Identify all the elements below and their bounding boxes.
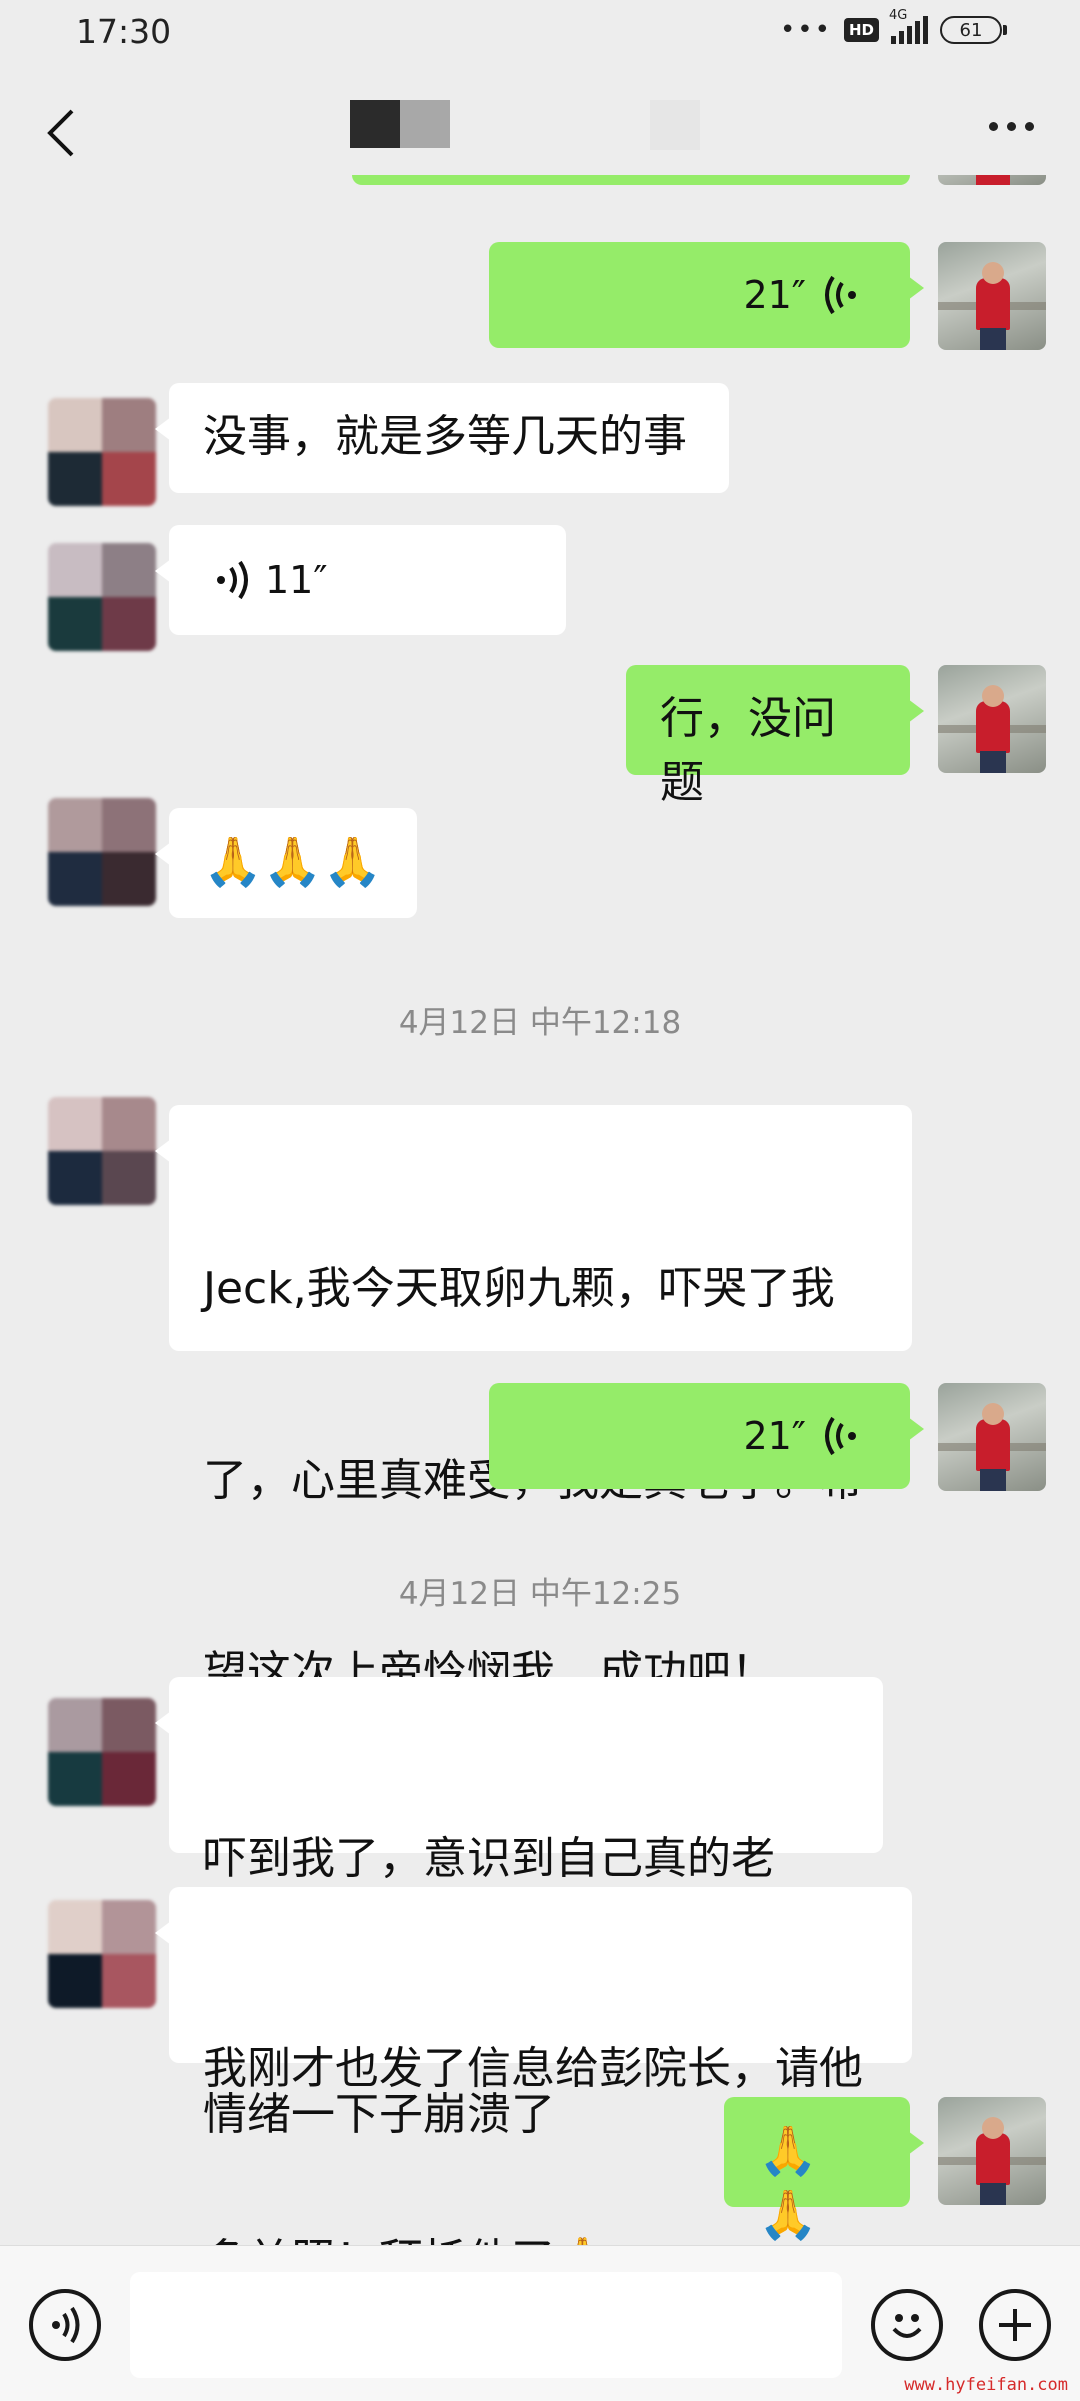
voice-input-button[interactable] xyxy=(29,2289,101,2361)
chevron-left-icon xyxy=(47,109,74,157)
voice-message-bubble[interactable]: 11″ xyxy=(155,525,566,635)
message-text: 🙏🙏🙏 xyxy=(203,834,383,890)
voice-wave-icon xyxy=(217,560,248,600)
text-message-bubble[interactable]: 我刚才也发了信息给彭院长，请他 多关照！拜托他了🙏 xyxy=(155,1887,912,2245)
battery-level: 61 xyxy=(959,19,983,41)
voice-duration: 21″ xyxy=(743,273,806,317)
contact-avatar[interactable] xyxy=(48,1900,156,2008)
contact-avatar[interactable] xyxy=(48,543,156,651)
message-text: 行，没问题 xyxy=(660,693,836,808)
voice-input-icon xyxy=(52,2306,80,2344)
my-avatar[interactable] xyxy=(938,242,1046,350)
message-input[interactable] xyxy=(130,2272,842,2378)
status-time: 17:30 xyxy=(76,12,172,51)
message-bubble-partial[interactable] xyxy=(352,175,910,185)
back-button[interactable] xyxy=(36,100,86,166)
message-text: 没事，就是多等几天的事 xyxy=(203,411,687,462)
text-message-bubble[interactable]: 🙏🙏 xyxy=(724,2097,924,2243)
text-message-bubble[interactable]: 吓到我了，意识到自己真的老了， 情绪一下子崩溃了 xyxy=(155,1677,883,2140)
message-text: 🙏🙏 xyxy=(758,2123,818,2243)
hd-badge: HD xyxy=(843,18,879,42)
input-bar: www.hyfeifan.com xyxy=(0,2245,1080,2401)
notification-dots-icon: ••• xyxy=(779,15,832,45)
voice-duration: 11″ xyxy=(265,558,328,602)
contact-avatar[interactable] xyxy=(48,1097,156,1205)
my-avatar[interactable] xyxy=(938,1383,1046,1491)
more-dots-icon xyxy=(989,122,998,131)
signal-icon: 4G xyxy=(889,8,928,44)
voice-message-bubble[interactable]: 21″ xyxy=(489,1383,924,1489)
emoji-icon xyxy=(892,2314,922,2338)
title-redacted-faint xyxy=(650,100,700,150)
message-line: 我刚才也发了信息给彭院长，请他 xyxy=(203,2043,863,2094)
my-avatar[interactable] xyxy=(938,175,1046,185)
text-message-bubble[interactable]: 🙏🙏🙏 xyxy=(155,808,417,918)
contact-avatar[interactable] xyxy=(48,798,156,906)
text-message-bubble[interactable]: 没事，就是多等几天的事 xyxy=(155,383,729,493)
more-button[interactable] xyxy=(989,122,1034,131)
message-timestamp: 4月12日 中午12:25 xyxy=(398,1576,682,1612)
message-line: Jeck,我今天取卵九颗，吓哭了我 xyxy=(203,1263,835,1314)
voice-wave-icon xyxy=(825,275,856,315)
status-bar: 17:30 ••• HD 4G 61 xyxy=(0,0,1080,70)
voice-message-bubble[interactable]: 21″ xyxy=(489,242,924,348)
plus-icon xyxy=(999,2309,1031,2341)
network-type: 4G xyxy=(889,8,908,23)
text-message-bubble[interactable]: 行，没问题 xyxy=(626,665,924,808)
message-timestamp: 4月12日 中午12:18 xyxy=(398,1005,682,1041)
my-avatar[interactable] xyxy=(938,665,1046,773)
battery-icon: 61 xyxy=(940,16,1007,44)
voice-wave-icon xyxy=(825,1416,856,1456)
chat-title-redacted xyxy=(350,100,450,148)
status-icons: ••• HD 4G 61 xyxy=(779,8,1007,45)
more-functions-button[interactable] xyxy=(979,2289,1051,2361)
watermark: www.hyfeifan.com xyxy=(904,2375,1068,2395)
chat-messages[interactable]: 21″ 没事，就是多等几天的事 11″ 行，没问题 🙏🙏🙏 4月12日 中午12… xyxy=(0,175,1080,2245)
contact-avatar[interactable] xyxy=(48,398,156,506)
contact-avatar[interactable] xyxy=(48,1698,156,1806)
text-message-bubble[interactable]: Jeck,我今天取卵九颗，吓哭了我 了，心里真难受，我是真老了。希 望这次上帝怜… xyxy=(155,1105,912,1698)
my-avatar[interactable] xyxy=(938,2097,1046,2205)
emoji-button[interactable] xyxy=(871,2289,943,2361)
voice-duration: 21″ xyxy=(743,1414,806,1458)
